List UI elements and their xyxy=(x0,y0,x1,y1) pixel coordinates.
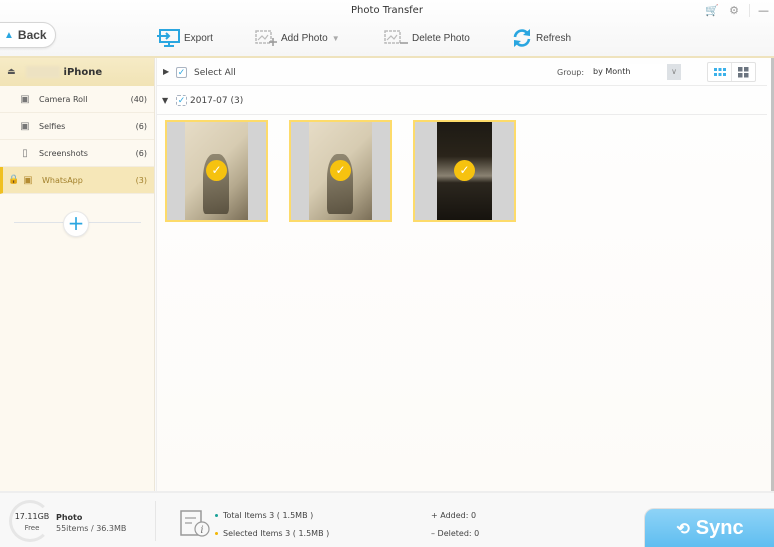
storage-gauge xyxy=(9,500,51,542)
export-icon xyxy=(157,29,180,47)
info-document-icon: i xyxy=(180,510,210,537)
total-items-stat: Total Items 3 ( 1.5MB ) xyxy=(215,511,313,520)
view-toggle xyxy=(707,62,756,82)
window-controls: 🛒 ⚙ — xyxy=(700,2,774,18)
select-all-label: Select All xyxy=(194,68,236,78)
svg-text:i: i xyxy=(200,525,203,536)
device-header[interactable]: ⏏ iPhone xyxy=(0,58,154,86)
album-name: Screenshots xyxy=(39,148,88,158)
select-all-checkbox[interactable]: ✓ xyxy=(176,67,187,78)
sidebar-item-selfies[interactable]: ▣ Selfies (6) xyxy=(0,113,154,140)
refresh-button[interactable]: Refresh xyxy=(511,28,571,48)
add-photo-icon xyxy=(255,30,277,46)
minimize-button[interactable]: — xyxy=(749,3,769,17)
device-name: iPhone xyxy=(63,66,103,78)
total-dot xyxy=(215,514,218,517)
album-count: (6) xyxy=(135,121,147,131)
phone-icon: ▯ xyxy=(22,147,28,159)
group-select[interactable]: by Month ∨ xyxy=(591,64,681,80)
plus-icon: + xyxy=(431,511,441,520)
device-owner-redacted xyxy=(25,66,60,78)
expand-all-icon[interactable]: ▶ xyxy=(163,67,169,76)
eject-icon[interactable]: ⏏ xyxy=(7,67,16,77)
photo-thumbnail[interactable]: ✓ xyxy=(289,120,392,222)
header: Photo Transfer 🛒 ⚙ — ▲ Back Export Add P… xyxy=(0,0,774,58)
category-size: 55items / 36.3MB xyxy=(56,524,127,533)
group-value: by Month xyxy=(593,67,631,76)
back-button[interactable]: ▲ Back xyxy=(0,22,56,48)
home-icon: ▲ xyxy=(4,29,14,41)
status-footer: 17.11GB Free Photo 55items / 36.3MB i To… xyxy=(0,491,774,547)
sidebar-item-camera-roll[interactable]: ▣ Camera Roll (40) xyxy=(0,86,154,113)
small-grid-icon xyxy=(713,67,726,76)
window-title: Photo Transfer xyxy=(351,5,423,16)
add-album-button[interactable]: + xyxy=(63,211,89,237)
large-grid-icon xyxy=(738,66,749,77)
sync-button[interactable]: ⟲ Sync xyxy=(644,508,774,547)
album-count: (6) xyxy=(135,148,147,158)
added-stat: + Added: 0 xyxy=(431,511,476,520)
export-label: Export xyxy=(184,32,213,44)
refresh-label: Refresh xyxy=(536,32,572,44)
photo-transfer-window: Photo Transfer 🛒 ⚙ — ▲ Back Export Add P… xyxy=(0,0,774,547)
back-label: Back xyxy=(17,28,47,42)
sidebar-item-screenshots[interactable]: ▯ Screenshots (6) xyxy=(0,140,154,167)
group-header: ▼ ✓ 2017-07 (3) xyxy=(157,87,767,115)
export-button[interactable]: Export xyxy=(157,28,213,48)
selected-items-stat: Selected Items 3 ( 1.5MB ) xyxy=(215,529,329,538)
album-name: Selfies xyxy=(39,121,66,131)
album-count: (3) xyxy=(135,175,147,185)
delete-photo-button[interactable]: Delete Photo xyxy=(383,28,470,48)
selfie-camera-icon: ▣ xyxy=(20,120,30,132)
refresh-icon xyxy=(513,29,531,47)
large-grid-view-button[interactable] xyxy=(731,63,755,81)
add-photo-button[interactable]: Add Photo ▼ xyxy=(254,28,340,48)
added-text: Added: 0 xyxy=(440,511,477,520)
small-grid-view-button[interactable] xyxy=(708,63,731,81)
add-album-row: + xyxy=(0,210,155,237)
delete-photo-label: Delete Photo xyxy=(412,32,470,44)
photo-thumbnail[interactable]: ✓ xyxy=(413,120,516,222)
selected-dot xyxy=(215,532,218,535)
sync-icon: ⟲ xyxy=(676,520,690,538)
selected-check-icon[interactable]: ✓ xyxy=(454,160,475,181)
group-label: Group: xyxy=(557,68,585,77)
gear-icon[interactable]: ⚙ xyxy=(729,4,739,17)
group-label: 2017-07 (3) xyxy=(190,96,244,106)
photo-thumbnail[interactable]: ✓ xyxy=(165,120,268,222)
sidebar: ⏏ iPhone ▣ Camera Roll (40) ▣ Selfies (6… xyxy=(0,58,155,491)
deleted-stat: – Deleted: 0 xyxy=(431,529,479,538)
cart-icon[interactable]: 🛒 xyxy=(705,4,719,17)
album-name: Camera Roll xyxy=(39,94,88,104)
chevron-down-icon[interactable]: ▼ xyxy=(332,34,340,43)
album-name: WhatsApp xyxy=(42,175,83,185)
delete-photo-icon xyxy=(384,30,408,44)
deleted-text: Deleted: 0 xyxy=(437,529,480,538)
album-count: (40) xyxy=(130,94,147,104)
group-checkbox[interactable]: ✓ xyxy=(176,95,187,106)
photo-browser: ▶ ✓ Select All Group: by Month ∨ ▼ ✓ 201… xyxy=(156,58,774,491)
sync-label: Sync xyxy=(695,517,744,539)
sidebar-item-whatsapp[interactable]: 🔒 ▣ WhatsApp (3) xyxy=(0,167,154,194)
selected-check-icon[interactable]: ✓ xyxy=(330,160,351,181)
chevron-down-icon[interactable]: ∨ xyxy=(667,64,681,80)
storage-free-value: 17.11GB xyxy=(14,512,50,521)
selected-items-text: Selected Items 3 ( 1.5MB ) xyxy=(223,529,330,538)
total-items-text: Total Items 3 ( 1.5MB ) xyxy=(223,511,314,520)
divider xyxy=(155,501,156,541)
collapse-group-icon[interactable]: ▼ xyxy=(162,96,168,105)
select-all-bar: ▶ ✓ Select All Group: by Month ∨ xyxy=(157,58,767,86)
selected-check-icon[interactable]: ✓ xyxy=(206,160,227,181)
image-folder-icon: ▣ xyxy=(23,174,33,186)
add-photo-label: Add Photo xyxy=(281,32,328,44)
storage-free-label: Free xyxy=(24,524,40,532)
lock-icon: 🔒 xyxy=(8,175,20,185)
category-name: Photo xyxy=(56,513,83,522)
camera-icon: ▣ xyxy=(20,93,30,105)
